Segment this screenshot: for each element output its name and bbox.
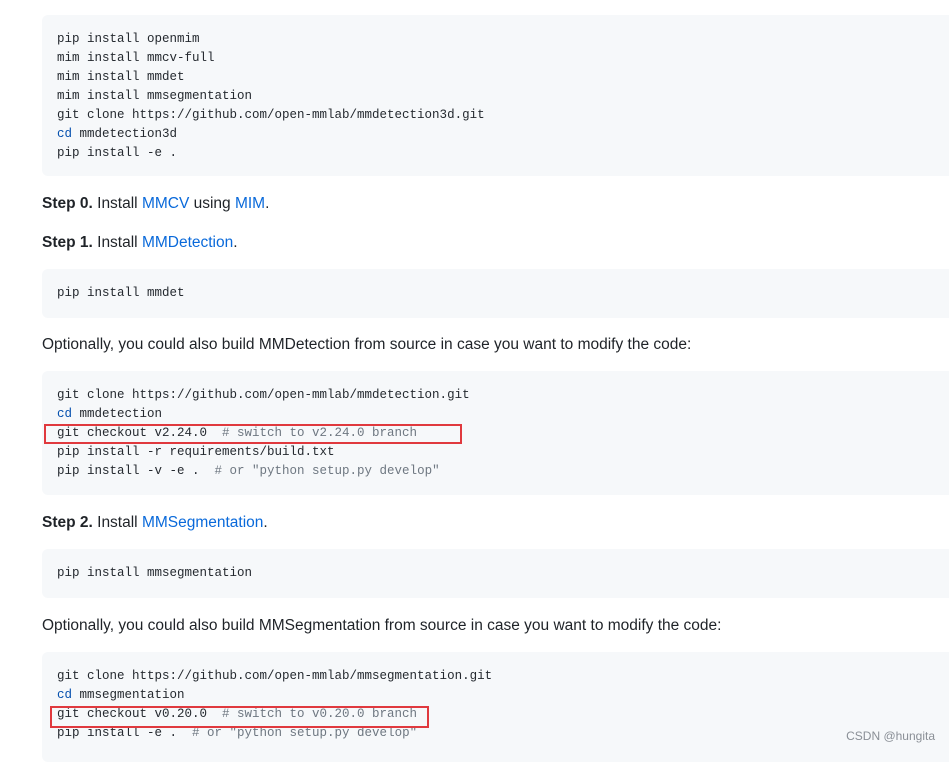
code-keyword: cd [57, 127, 73, 141]
csdn-watermark: CSDN @hungita [846, 729, 935, 743]
code-line: pip install openmim [57, 32, 200, 46]
code-line: git clone https://github.com/open-mmlab/… [57, 669, 493, 683]
step-text: Install [92, 514, 142, 531]
code-comment: # or "python setup.py develop" [214, 464, 440, 478]
code-text: git checkout v2.24.0 [57, 426, 223, 440]
code-line: cd mmdetection3d [57, 125, 949, 144]
code-text: git checkout v0.20.0 [57, 707, 223, 721]
step-0: Step 0. Install MMCV using MIM. [42, 194, 269, 214]
step-label: Step 2. [42, 514, 93, 531]
code-line-checkout: git checkout v2.24.0 # switch to v2.24.0… [57, 424, 949, 443]
code-line: git clone https://github.com/open-mmlab/… [57, 108, 485, 122]
code-text: mmdetection [72, 407, 163, 421]
optional-mmseg-text: Optionally, you could also build MMSegme… [42, 617, 722, 634]
step-text: . [233, 234, 238, 251]
code-block-mmseg: pip install mmsegmentation [42, 549, 949, 598]
code-comment: # switch to v0.20.0 branch [222, 707, 418, 721]
code-text: mmdetection3d [72, 127, 178, 141]
code-line: pip install -e . # or "python setup.py d… [57, 724, 949, 743]
code-line: pip install -r requirements/build.txt [57, 445, 335, 459]
code-keyword: cd [57, 688, 73, 702]
code-line-checkout: git checkout v0.20.0 # switch to v0.20.0… [57, 705, 949, 724]
code-line: mim install mmdet [57, 70, 185, 84]
optional-mmdet-text: Optionally, you could also build MMDetec… [42, 336, 692, 353]
code-line: mim install mmcv-full [57, 51, 215, 65]
code-text: mmsegmentation [72, 688, 185, 702]
code-keyword: cd [57, 407, 73, 421]
code-block-mmseg-source: git clone https://github.com/open-mmlab/… [42, 652, 949, 762]
code-line: pip install mmdet [57, 286, 185, 300]
code-block-mmdet-source: git clone https://github.com/open-mmlab/… [42, 371, 949, 495]
step-text: Install [92, 234, 142, 251]
mmcv-link[interactable]: MMCV [142, 195, 189, 212]
step-text: . [263, 514, 268, 531]
step-label: Step 0. [42, 195, 93, 212]
code-line: pip install -v -e . # or "python setup.p… [57, 462, 949, 481]
code-comment: # switch to v2.24.0 branch [222, 426, 418, 440]
code-comment: # or "python setup.py develop" [192, 726, 418, 740]
code-line: cd mmdetection [57, 405, 949, 424]
step-text: using [189, 195, 235, 212]
code-line: git clone https://github.com/open-mmlab/… [57, 388, 470, 402]
mmdetection-link[interactable]: MMDetection [142, 234, 233, 251]
code-line: mim install mmsegmentation [57, 89, 253, 103]
code-text: pip install -e . [57, 726, 193, 740]
code-line: pip install -e . [57, 146, 178, 160]
step-text: . [265, 195, 270, 212]
mmsegmentation-link[interactable]: MMSegmentation [142, 514, 263, 531]
step-text: Install [92, 195, 142, 212]
step-2: Step 2. Install MMSegmentation. [42, 513, 268, 533]
mim-link[interactable]: MIM [235, 195, 265, 212]
step-1: Step 1. Install MMDetection. [42, 233, 238, 253]
code-line: cd mmsegmentation [57, 686, 949, 705]
code-block-install: pip install openmim mim install mmcv-ful… [42, 15, 949, 176]
code-line: pip install mmsegmentation [57, 566, 253, 580]
code-block-mmdet: pip install mmdet [42, 269, 949, 318]
code-text: pip install -v -e . [57, 464, 215, 478]
step-label: Step 1. [42, 234, 93, 251]
